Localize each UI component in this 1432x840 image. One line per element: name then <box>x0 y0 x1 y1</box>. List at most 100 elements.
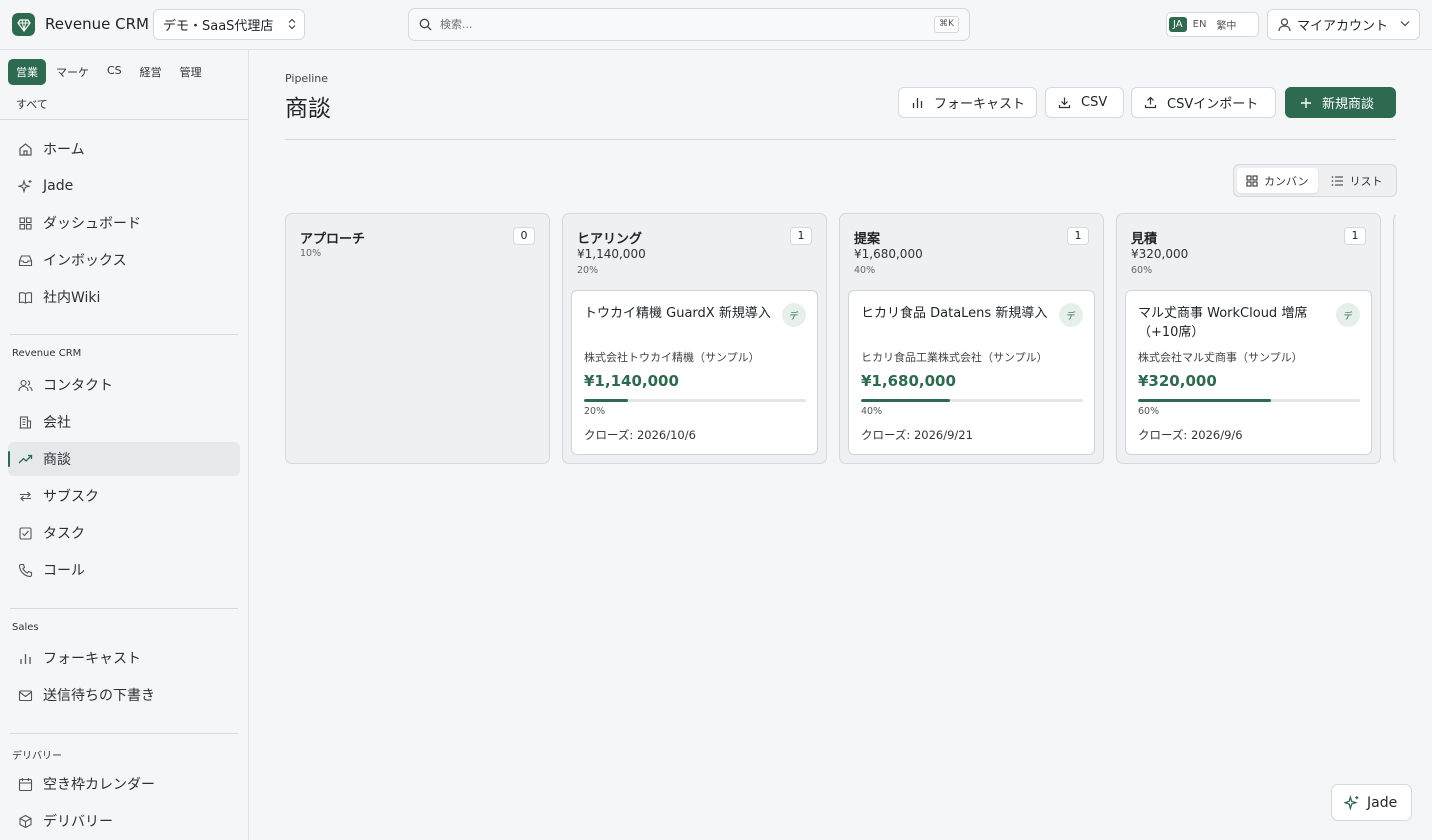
lang-zh-hant[interactable]: 繁中 <box>1212 15 1240 34</box>
divider <box>10 733 238 734</box>
list-icon <box>1331 175 1344 187</box>
dept-tab-all[interactable]: すべて <box>8 91 56 117</box>
sidebar-item-dashboard[interactable]: ダッシュボード <box>8 206 240 240</box>
column-probability: 40% <box>854 265 876 276</box>
kanban-board: アプローチ 0 10% ヒアリング 1 ¥1,140,000 20% トウカイ精… <box>285 213 1396 465</box>
search-box[interactable]: ⌘K <box>408 8 970 41</box>
deal-probability: 20% <box>584 406 606 417</box>
department-tabs: 営業 マーケ CS 経営 管理 すべて <box>8 59 240 117</box>
kanban-view-button[interactable]: カンバン <box>1237 168 1318 193</box>
sparkle-icon <box>17 178 34 195</box>
dept-tab-marketing[interactable]: マーケ <box>48 59 97 85</box>
trend-icon <box>17 451 34 468</box>
jade-assistant-button[interactable]: Jade <box>1331 784 1412 821</box>
checkbox-icon <box>17 525 34 542</box>
sidebar-item-subscriptions[interactable]: サブスク <box>8 479 240 513</box>
owner-avatar: デ <box>1059 303 1083 327</box>
mail-icon <box>17 687 34 704</box>
owner-avatar: デ <box>1336 303 1360 327</box>
dept-tab-cs[interactable]: CS <box>99 59 130 85</box>
dept-tab-admin[interactable]: 管理 <box>172 59 210 85</box>
csv-import-button[interactable]: CSVインポート <box>1131 87 1276 118</box>
sidebar-item-label: 送信待ちの下書き <box>43 688 155 704</box>
csv-export-button[interactable]: CSV <box>1045 87 1124 118</box>
sidebar-item-jade[interactable]: Jade <box>8 169 240 203</box>
new-deal-button[interactable]: 新規商談 <box>1285 87 1396 118</box>
sidebar-item-forecast[interactable]: フォーキャスト <box>8 641 240 675</box>
plus-icon <box>1300 97 1312 109</box>
section-label-delivery: デリバリー <box>12 751 62 762</box>
kanban-column-quote: 見積 1 ¥320,000 60% マル𠀋商事 WorkCloud 増席（+10… <box>1116 213 1381 464</box>
list-view-label: リスト <box>1349 174 1383 188</box>
deal-company: 株式会社マル𠀋商事（サンプル） <box>1138 351 1303 364</box>
deal-probability: 60% <box>1138 406 1160 417</box>
deal-title: マル𠀋商事 WorkCloud 増席（+10席） <box>1138 306 1308 340</box>
section-label-sales: Sales <box>12 622 39 633</box>
sidebar: 営業 マーケ CS 経営 管理 すべて ホーム Jade ダッシュボード インボ… <box>0 50 249 840</box>
forecast-button-label: フォーキャスト <box>934 97 1026 112</box>
sidebar-item-inbox[interactable]: インボックス <box>8 243 240 277</box>
logo-icon[interactable] <box>12 13 35 36</box>
probability-bar-fill <box>1138 399 1272 402</box>
column-probability: 60% <box>1131 265 1153 276</box>
user-icon <box>1278 17 1291 32</box>
sidebar-item-label: コンタクト <box>43 378 113 394</box>
column-count-badge: 1 <box>1344 227 1366 245</box>
deal-card[interactable]: ヒカリ食品 DataLens 新規導入 デ ヒカリ食品工業株式会社（サンプル） … <box>848 290 1095 455</box>
kanban-column-hearing: ヒアリング 1 ¥1,140,000 20% トウカイ精機 GuardX 新規導… <box>562 213 827 464</box>
brand-name[interactable]: Revenue CRM <box>45 15 149 33</box>
search-input[interactable] <box>440 18 900 31</box>
sidebar-item-calls[interactable]: コール <box>8 553 240 587</box>
lang-ja[interactable]: JA <box>1169 17 1187 32</box>
sidebar-item-label: 社内Wiki <box>43 290 101 306</box>
dept-tab-management[interactable]: 経営 <box>132 59 170 85</box>
sidebar-item-label: 空き枠カレンダー <box>43 777 155 793</box>
section-label-crm: Revenue CRM <box>12 348 82 359</box>
csv-import-button-label: CSVインポート <box>1167 97 1259 112</box>
sidebar-item-label: Jade <box>43 178 74 194</box>
kanban-column-next <box>1393 213 1396 464</box>
sidebar-item-deals[interactable]: 商談 <box>8 442 240 476</box>
probability-bar-fill <box>861 399 950 402</box>
dept-tab-sales[interactable]: 営業 <box>8 59 46 85</box>
column-probability: 20% <box>577 265 599 276</box>
org-name: デモ・SaaS代理店 <box>163 19 274 34</box>
language-switcher: JA EN 繁中 <box>1166 12 1259 37</box>
deal-card[interactable]: トウカイ精機 GuardX 新規導入 デ 株式会社トウカイ精機（サンプル） ¥1… <box>571 290 818 455</box>
shortcut-hint: ⌘K <box>934 16 959 33</box>
sparkle-icon <box>1344 794 1360 811</box>
upload-icon <box>1144 96 1157 109</box>
forecast-button[interactable]: フォーキャスト <box>898 87 1037 118</box>
account-label: マイアカウント <box>1297 19 1389 34</box>
sidebar-item-drafts[interactable]: 送信待ちの下書き <box>8 678 240 712</box>
sidebar-item-label: 会社 <box>43 415 71 431</box>
repeat-icon <box>17 488 34 505</box>
sidebar-item-tasks[interactable]: タスク <box>8 516 240 550</box>
account-menu[interactable]: マイアカウント <box>1267 9 1420 40</box>
deal-amount: ¥1,140,000 <box>584 372 679 390</box>
list-view-button[interactable]: リスト <box>1322 168 1392 193</box>
sidebar-item-contacts[interactable]: コンタクト <box>8 368 240 402</box>
sidebar-item-calendar[interactable]: 空き枠カレンダー <box>8 767 240 801</box>
kanban-view-label: カンバン <box>1264 174 1309 188</box>
view-toggle: カンバン リスト <box>1233 164 1397 197</box>
download-icon <box>1058 96 1071 109</box>
divider <box>10 608 238 609</box>
lang-en[interactable]: EN <box>1189 17 1211 32</box>
column-amount: ¥320,000 <box>1131 247 1189 261</box>
package-icon <box>17 813 34 830</box>
sidebar-item-companies[interactable]: 会社 <box>8 405 240 439</box>
deal-card[interactable]: マル𠀋商事 WorkCloud 増席（+10席） デ 株式会社マル𠀋商事（サンプ… <box>1125 290 1372 455</box>
sidebar-item-wiki[interactable]: 社内Wiki <box>8 280 240 314</box>
column-count-badge: 0 <box>513 227 535 245</box>
column-count-badge: 1 <box>790 227 812 245</box>
grid-icon <box>1246 174 1258 187</box>
sidebar-item-home[interactable]: ホーム <box>8 132 240 166</box>
sidebar-item-label: コール <box>43 563 85 579</box>
chevron-up-down-icon <box>288 18 296 30</box>
sidebar-item-label: インボックス <box>43 253 127 269</box>
org-selector[interactable]: デモ・SaaS代理店 <box>153 9 305 40</box>
sidebar-item-delivery[interactable]: デリバリー <box>8 804 240 838</box>
bar-chart-icon <box>911 96 924 109</box>
top-bar: Revenue CRM デモ・SaaS代理店 ⌘K JA EN 繁中 マイアカウ… <box>0 0 1432 50</box>
